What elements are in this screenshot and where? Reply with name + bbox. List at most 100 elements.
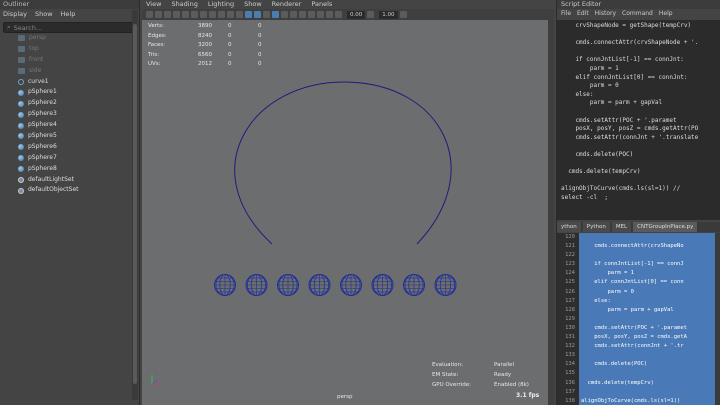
color-manage-icon[interactable]: [399, 11, 407, 18]
pSphere5-mesh[interactable]: [340, 274, 362, 296]
gamma-icon[interactable]: [367, 11, 375, 18]
editor-line[interactable]: 127 else:: [557, 296, 720, 306]
lights-icon[interactable]: [272, 11, 279, 18]
editor-line[interactable]: 126 parm = 0: [557, 287, 720, 297]
pSphere2-mesh[interactable]: [245, 274, 268, 296]
tab-ython[interactable]: ython: [557, 222, 581, 232]
xray-icon[interactable]: [335, 11, 342, 18]
camera-attr-icon[interactable]: [155, 11, 162, 18]
editor-line[interactable]: 138 alignObjToCurve(cmds.ls(sl=1)): [557, 396, 720, 405]
menu-shading[interactable]: Shading: [171, 0, 197, 9]
field-chart-icon[interactable]: [218, 11, 225, 18]
editor-line[interactable]: 133: [557, 351, 720, 361]
editor-line[interactable]: 130 cmds.setAttr(POC + '.paramet: [557, 323, 720, 334]
editor-line[interactable]: 131 posX, posY, posZ = cmds.getA: [557, 333, 720, 343]
menu-command[interactable]: Command: [622, 9, 653, 18]
menu-edit[interactable]: Edit: [577, 9, 589, 18]
ambient-occlusion-icon[interactable]: [290, 11, 297, 18]
menu-show[interactable]: Show: [244, 0, 262, 9]
safe-title-icon[interactable]: [236, 11, 243, 18]
motion-blur-icon[interactable]: [299, 11, 306, 18]
outliner-item-defaultobjectset[interactable]: defaultObjectSet: [0, 185, 132, 196]
editor-line[interactable]: 123 if connJntList[-1] == connJ: [557, 260, 720, 270]
menu-display[interactable]: Display: [3, 9, 27, 20]
editor-line[interactable]: 135: [557, 369, 720, 379]
film-gate-icon[interactable]: [191, 11, 198, 18]
history-line: cmds.setAttr(POC + '.paramet: [561, 116, 677, 124]
image-plane-icon[interactable]: [173, 11, 180, 18]
outliner-scroll-thumb[interactable]: [133, 24, 137, 384]
curve1-shape[interactable]: [234, 81, 452, 245]
editor-line[interactable]: 129: [557, 314, 720, 324]
viewport-scrollbar[interactable]: [548, 20, 554, 405]
menu-show[interactable]: Show: [35, 9, 53, 20]
safe-action-icon[interactable]: [227, 11, 234, 18]
isolate-select-icon[interactable]: [326, 11, 333, 18]
outliner-item-front[interactable]: front: [0, 55, 132, 66]
tab-cntgroupinplace[interactable]: CNTGroupInPlace.py: [633, 222, 698, 232]
exposure-field[interactable]: 0.00: [347, 10, 366, 19]
menu-panels[interactable]: Panels: [311, 0, 332, 9]
menu-file[interactable]: File: [561, 9, 571, 18]
outliner-item-label: pSphere6: [28, 142, 57, 150]
wireframe-icon[interactable]: [245, 11, 252, 18]
gate-mask-icon[interactable]: [209, 11, 216, 18]
outliner-item-top[interactable]: top: [0, 44, 132, 55]
outliner-scrollbar[interactable]: [132, 10, 138, 400]
menu-history[interactable]: History: [595, 9, 616, 18]
outliner-item-psphere2[interactable]: pSphere2: [0, 98, 132, 109]
depth-of-field-icon[interactable]: [317, 11, 324, 18]
editor-line[interactable]: 121 cmds.connectAttr(crvShapeNo: [557, 242, 720, 252]
gamma-field[interactable]: 1.00: [379, 10, 398, 19]
editor-line[interactable]: 124 parm = 1: [557, 269, 720, 279]
resolution-gate-icon[interactable]: [200, 11, 207, 18]
outliner-item-persp[interactable]: persp: [0, 33, 132, 44]
script-editor-title: Script Editor: [557, 0, 720, 9]
pSphere1-mesh[interactable]: [214, 274, 236, 296]
editor-line[interactable]: 120: [557, 233, 720, 243]
smooth-shade-icon[interactable]: [254, 11, 261, 18]
outliner-search-input[interactable]: ⌕ Search...: [3, 22, 136, 33]
menu-view[interactable]: View: [146, 0, 161, 9]
bookmark-icon[interactable]: [164, 11, 171, 18]
pSphere8-mesh[interactable]: [434, 274, 457, 296]
menu-lighting[interactable]: Lighting: [208, 0, 234, 9]
shadows-icon[interactable]: [281, 11, 288, 18]
script-history-output[interactable]: crvShapeNode = getShape(tempCrv) cmds.co…: [557, 20, 720, 220]
pSphere3-mesh[interactable]: [277, 274, 299, 296]
viewport-panel[interactable]: View Shading Lighting Show Renderer Pane…: [142, 0, 554, 405]
outliner-item-psphere8[interactable]: pSphere8: [0, 164, 132, 175]
sphere-icon: [18, 166, 24, 173]
editor-line[interactable]: 136 cmds.delete(tempCrv): [557, 378, 720, 388]
outliner-item-psphere1[interactable]: pSphere1: [0, 87, 132, 98]
pSphere6-mesh[interactable]: [371, 274, 394, 296]
editor-line[interactable]: 137: [557, 387, 720, 397]
anti-alias-icon[interactable]: [308, 11, 315, 18]
menu-help[interactable]: Help: [659, 9, 673, 18]
editor-line[interactable]: 134 cmds.delete(POC): [557, 360, 720, 370]
outliner-item-psphere7[interactable]: pSphere7: [0, 153, 132, 164]
outliner-item-psphere6[interactable]: pSphere6: [0, 142, 132, 153]
camera-select-icon[interactable]: [146, 11, 153, 18]
editor-scrollbar[interactable]: [715, 233, 720, 405]
script-input-editor[interactable]: 120 121 cmds.connectAttr(crvShapeNo 122 123…: [557, 233, 720, 405]
textured-icon[interactable]: [263, 11, 270, 18]
outliner-item-psphere5[interactable]: pSphere5: [0, 131, 132, 142]
pSphere7-mesh[interactable]: [403, 274, 425, 296]
tab-python[interactable]: Python: [582, 222, 610, 232]
viewport-scene[interactable]: [142, 20, 548, 405]
outliner-item-psphere3[interactable]: pSphere3: [0, 109, 132, 120]
outliner-item-curve1[interactable]: curve1: [0, 77, 132, 88]
outliner-item-psphere4[interactable]: pSphere4: [0, 120, 132, 131]
menu-help[interactable]: Help: [61, 9, 76, 20]
outliner-item-defaultlightset[interactable]: defaultLightSet: [0, 175, 132, 186]
outliner-item-side[interactable]: side: [0, 66, 132, 77]
pSphere4-mesh[interactable]: [308, 274, 331, 296]
editor-line[interactable]: 128 parm = parm + gapVal: [557, 305, 720, 315]
tab-mel[interactable]: MEL: [611, 222, 632, 232]
menu-renderer[interactable]: Renderer: [272, 0, 302, 9]
grid-icon[interactable]: [182, 11, 189, 18]
editor-line[interactable]: 132 cmds.setAttr(connJnt + '.tr: [557, 342, 720, 352]
editor-line[interactable]: 122: [557, 251, 720, 261]
editor-line[interactable]: 125 elif connJntList[0] == conn: [557, 278, 720, 288]
